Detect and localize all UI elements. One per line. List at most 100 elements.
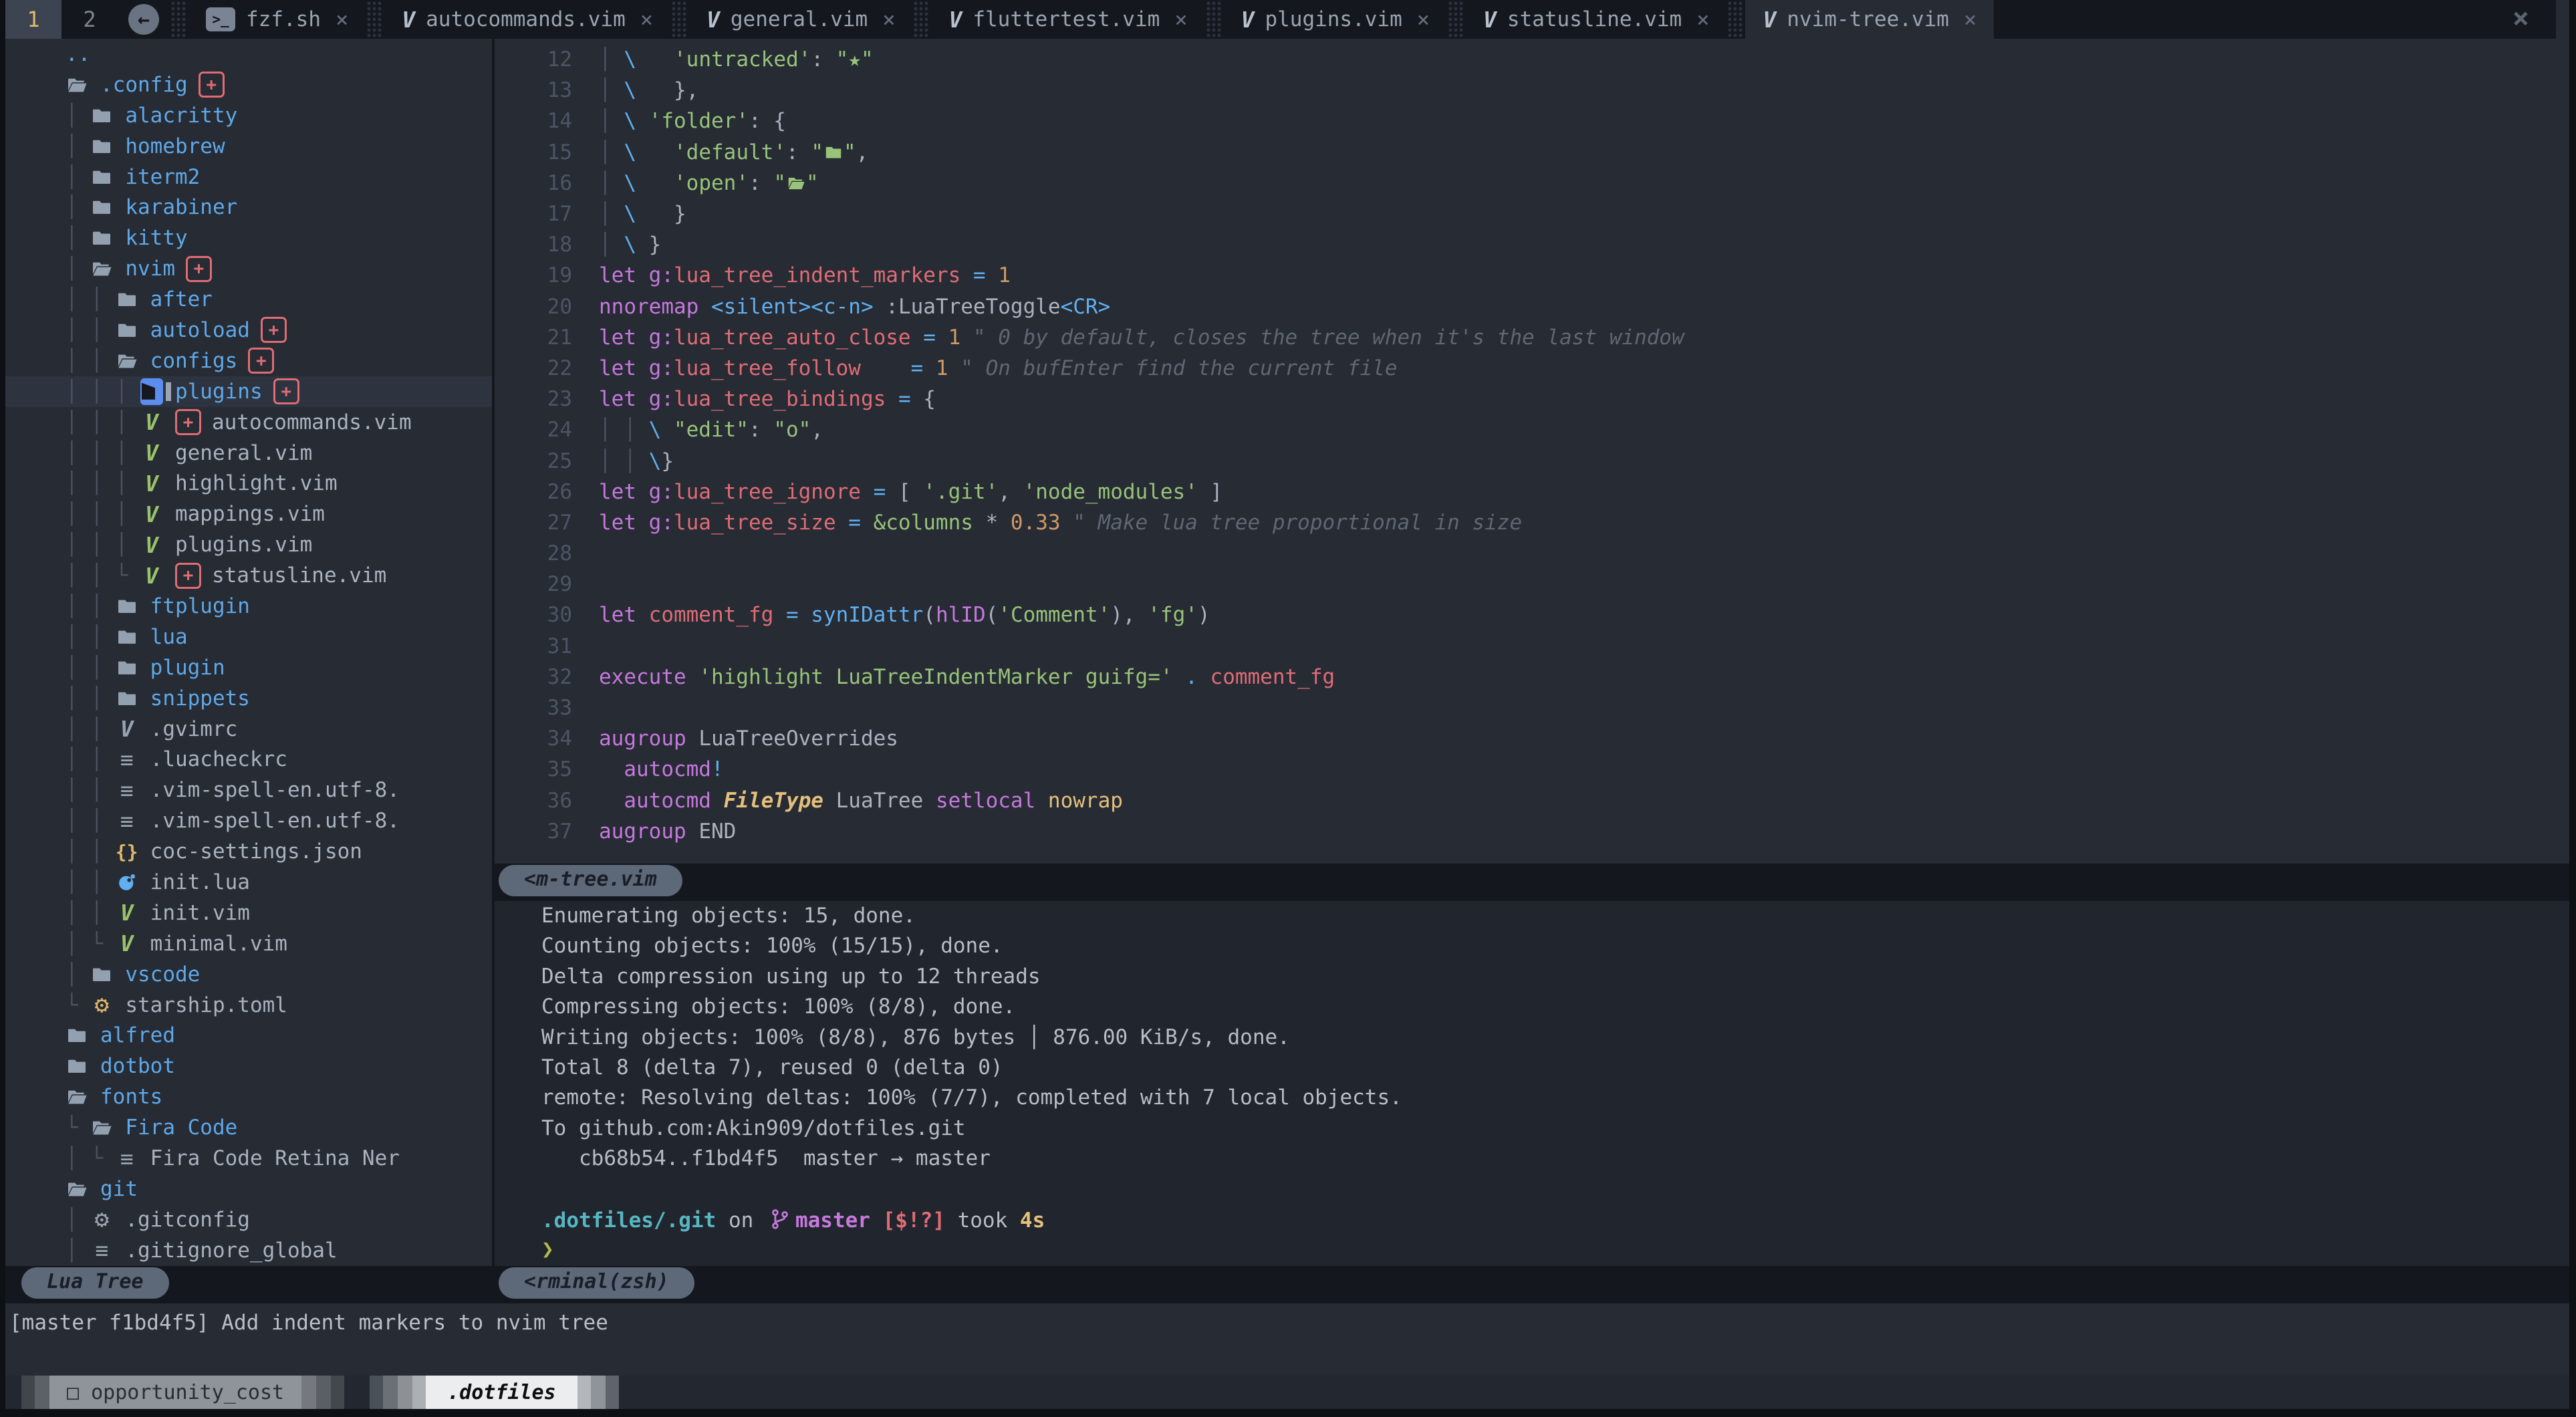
tree-item-.vim-spell-en.utf-8.[interactable]: │ │ ≡.vim-spell-en.utf-8. bbox=[5, 805, 492, 836]
tab-fzf.sh[interactable]: >_fzf.sh× bbox=[188, 0, 366, 39]
tree-item-nvim[interactable]: │ nvim+ bbox=[5, 253, 492, 284]
tab-label: fluttertest.vim bbox=[973, 7, 1160, 31]
vim-file-icon: V bbox=[140, 532, 163, 558]
tree-item-dotbot[interactable]: dotbot bbox=[5, 1051, 492, 1081]
tree-item-plugins.vim[interactable]: │ │ │ Vplugins.vim bbox=[5, 529, 492, 560]
tab-close-icon[interactable]: × bbox=[882, 7, 895, 32]
tree-item-.vim-spell-en.utf-8.[interactable]: │ │ ≡.vim-spell-en.utf-8. bbox=[5, 775, 492, 805]
tree-item-label: .gitignore_global bbox=[125, 1239, 337, 1263]
tab-separator bbox=[914, 1, 930, 37]
line-number: 36 bbox=[495, 789, 572, 813]
line-number: 34 bbox=[495, 727, 572, 751]
indent-guide: │ bbox=[66, 1239, 90, 1263]
tree-item-snippets[interactable]: │ │ snippets bbox=[5, 683, 492, 714]
tree-item-label: alfred bbox=[100, 1023, 175, 1047]
back-arrow-icon[interactable]: ← bbox=[128, 4, 159, 35]
tmux-window-1[interactable]: □ opportunity_cost bbox=[21, 1376, 344, 1409]
terminal-output-line bbox=[541, 1177, 2569, 1207]
code-line: 30let comment_fg = synIDattr(hlID('Comme… bbox=[495, 600, 2569, 630]
tree-item-Fira Code Retina Ner[interactable]: │ └ ≡Fira Code Retina Ner bbox=[5, 1143, 492, 1174]
tree-item-plugin[interactable]: │ │ plugin bbox=[5, 652, 492, 683]
segment-block bbox=[606, 1376, 619, 1409]
tree-item-.config[interactable]: .config+ bbox=[5, 70, 492, 100]
tab-plugins.vim[interactable]: Vplugins.vim× bbox=[1224, 0, 1447, 39]
tree-item-starship.toml[interactable]: └ ⚙starship.toml bbox=[5, 990, 492, 1021]
tree-item-statusline.vim[interactable]: │ │ └ V+statusline.vim bbox=[5, 560, 492, 591]
tree-item-lua[interactable]: │ │ lua bbox=[5, 622, 492, 652]
vim-icon: V bbox=[1763, 7, 1776, 33]
code-line: 37augroup END bbox=[495, 816, 2569, 847]
indent-guide: │ │ bbox=[66, 870, 116, 894]
git-modified-badge: + bbox=[199, 72, 225, 98]
tree-item-label: minimal.vim bbox=[150, 932, 287, 956]
tree-item-plugins[interactable]: │ │ │ plugins+ bbox=[5, 376, 492, 407]
indent-guide: └ bbox=[66, 1116, 90, 1140]
tree-item-.gitignore_global[interactable]: │ ≡.gitignore_global bbox=[5, 1235, 492, 1266]
tree-item-..[interactable]: .. bbox=[5, 39, 492, 70]
tree-item-label: .gitconfig bbox=[125, 1208, 250, 1232]
tree-item-label: init.lua bbox=[150, 870, 250, 894]
vim-icon: V bbox=[1483, 7, 1497, 33]
tmux-window-2[interactable]: .dotfiles bbox=[370, 1376, 619, 1409]
tab-label: nvim-tree.vim bbox=[1787, 7, 1949, 31]
tree-item-after[interactable]: │ │ after bbox=[5, 284, 492, 315]
tree-item-label: .vim-spell-en.utf-8. bbox=[150, 809, 400, 833]
tab-nvim-tree.vim[interactable]: Vnvim-tree.vim × bbox=[1745, 0, 1994, 39]
vim-icon: V bbox=[706, 7, 720, 33]
terminal-pane[interactable]: Enumerating objects: 15, done.Counting o… bbox=[495, 901, 2569, 1266]
tree-item-label: .vim-spell-en.utf-8. bbox=[150, 778, 400, 802]
tab-separator bbox=[672, 1, 688, 37]
tree-item-mappings.vim[interactable]: │ │ │ Vmappings.vim bbox=[5, 499, 492, 529]
tab-close-icon[interactable]: × bbox=[640, 7, 653, 32]
tree-item-fonts[interactable]: fonts bbox=[5, 1081, 492, 1112]
folder-glyph bbox=[823, 144, 844, 161]
tree-item-git[interactable]: git bbox=[5, 1174, 492, 1204]
code-line: 29 bbox=[495, 569, 2569, 600]
line-number: 16 bbox=[495, 171, 572, 195]
line-number: 14 bbox=[495, 109, 572, 133]
tree-item-alfred[interactable]: alfred bbox=[5, 1021, 492, 1051]
tree-item-autocommands.vim[interactable]: │ │ │ V+autocommands.vim bbox=[5, 407, 492, 438]
tree-item-configs[interactable]: │ │ configs+ bbox=[5, 346, 492, 376]
code-line: 36 autocmd FileType LuaTree setlocal now… bbox=[495, 785, 2569, 816]
tree-item-vscode[interactable]: │ vscode bbox=[5, 959, 492, 990]
tree-item-init.vim[interactable]: │ │ Vinit.vim bbox=[5, 898, 492, 928]
line-number: 18 bbox=[495, 233, 572, 257]
tab-close-icon[interactable]: × bbox=[1696, 7, 1709, 32]
tree-item-.gvimrc[interactable]: │ │ V.gvimrc bbox=[5, 714, 492, 745]
tab-close-icon[interactable]: × bbox=[1417, 7, 1430, 32]
tab-close-icon[interactable]: × bbox=[336, 7, 348, 32]
tab-general.vim[interactable]: Vgeneral.vim× bbox=[689, 0, 912, 39]
line-number: 35 bbox=[495, 757, 572, 781]
tree-item-minimal.vim[interactable]: │ └ Vminimal.vim bbox=[5, 928, 492, 959]
tree-item-highlight.vim[interactable]: │ │ │ Vhighlight.vim bbox=[5, 468, 492, 499]
tree-item-Fira Code[interactable]: └ Fira Code bbox=[5, 1112, 492, 1143]
close-all-icon[interactable]: × bbox=[2513, 1, 2556, 38]
tab-autocommands.vim[interactable]: Vautocommands.vim× bbox=[384, 0, 670, 39]
tab-label: fzf.sh bbox=[246, 7, 321, 31]
tree-item-iterm2[interactable]: │ iterm2 bbox=[5, 162, 492, 192]
tree-item-ftplugin[interactable]: │ │ ftplugin bbox=[5, 591, 492, 622]
tree-item-autoload[interactable]: │ │ autoload+ bbox=[5, 315, 492, 346]
tree-item-kitty[interactable]: │ kitty bbox=[5, 223, 492, 253]
tree-item-label: .. bbox=[66, 42, 90, 66]
tab-close-icon[interactable]: × bbox=[1964, 7, 1976, 32]
tree-item-.gitconfig[interactable]: │ ⚙.gitconfig bbox=[5, 1204, 492, 1235]
tree-item-label: iterm2 bbox=[125, 165, 200, 189]
tabpage-2[interactable]: 2 bbox=[61, 0, 118, 39]
vim-file-icon: V bbox=[140, 501, 163, 527]
tree-item-coc-settings.json[interactable]: │ │ {}coc-settings.json bbox=[5, 836, 492, 867]
editor-pane[interactable]: 12│ \ 'untracked': "★"13│ \ },14│ \ 'fol… bbox=[495, 39, 2569, 864]
tab-statusline.vim[interactable]: Vstatusline.vim× bbox=[1466, 0, 1726, 39]
tree-item-alacritty[interactable]: │ alacritty bbox=[5, 100, 492, 131]
line-number: 32 bbox=[495, 665, 572, 689]
tab-close-icon[interactable]: × bbox=[1174, 7, 1187, 32]
tab-fluttertest.vim[interactable]: Vfluttertest.vim× bbox=[931, 0, 1204, 39]
tree-item-karabiner[interactable]: │ karabiner bbox=[5, 192, 492, 223]
tree-item-label: autocommands.vim bbox=[212, 410, 412, 434]
tree-item-homebrew[interactable]: │ homebrew bbox=[5, 131, 492, 162]
tree-item-.luacheckrc[interactable]: │ │ ≡.luacheckrc bbox=[5, 744, 492, 775]
tabpage-1[interactable]: 1 bbox=[5, 0, 61, 39]
tree-item-general.vim[interactable]: │ │ │ Vgeneral.vim bbox=[5, 438, 492, 469]
tree-item-init.lua[interactable]: │ │ init.lua bbox=[5, 867, 492, 898]
